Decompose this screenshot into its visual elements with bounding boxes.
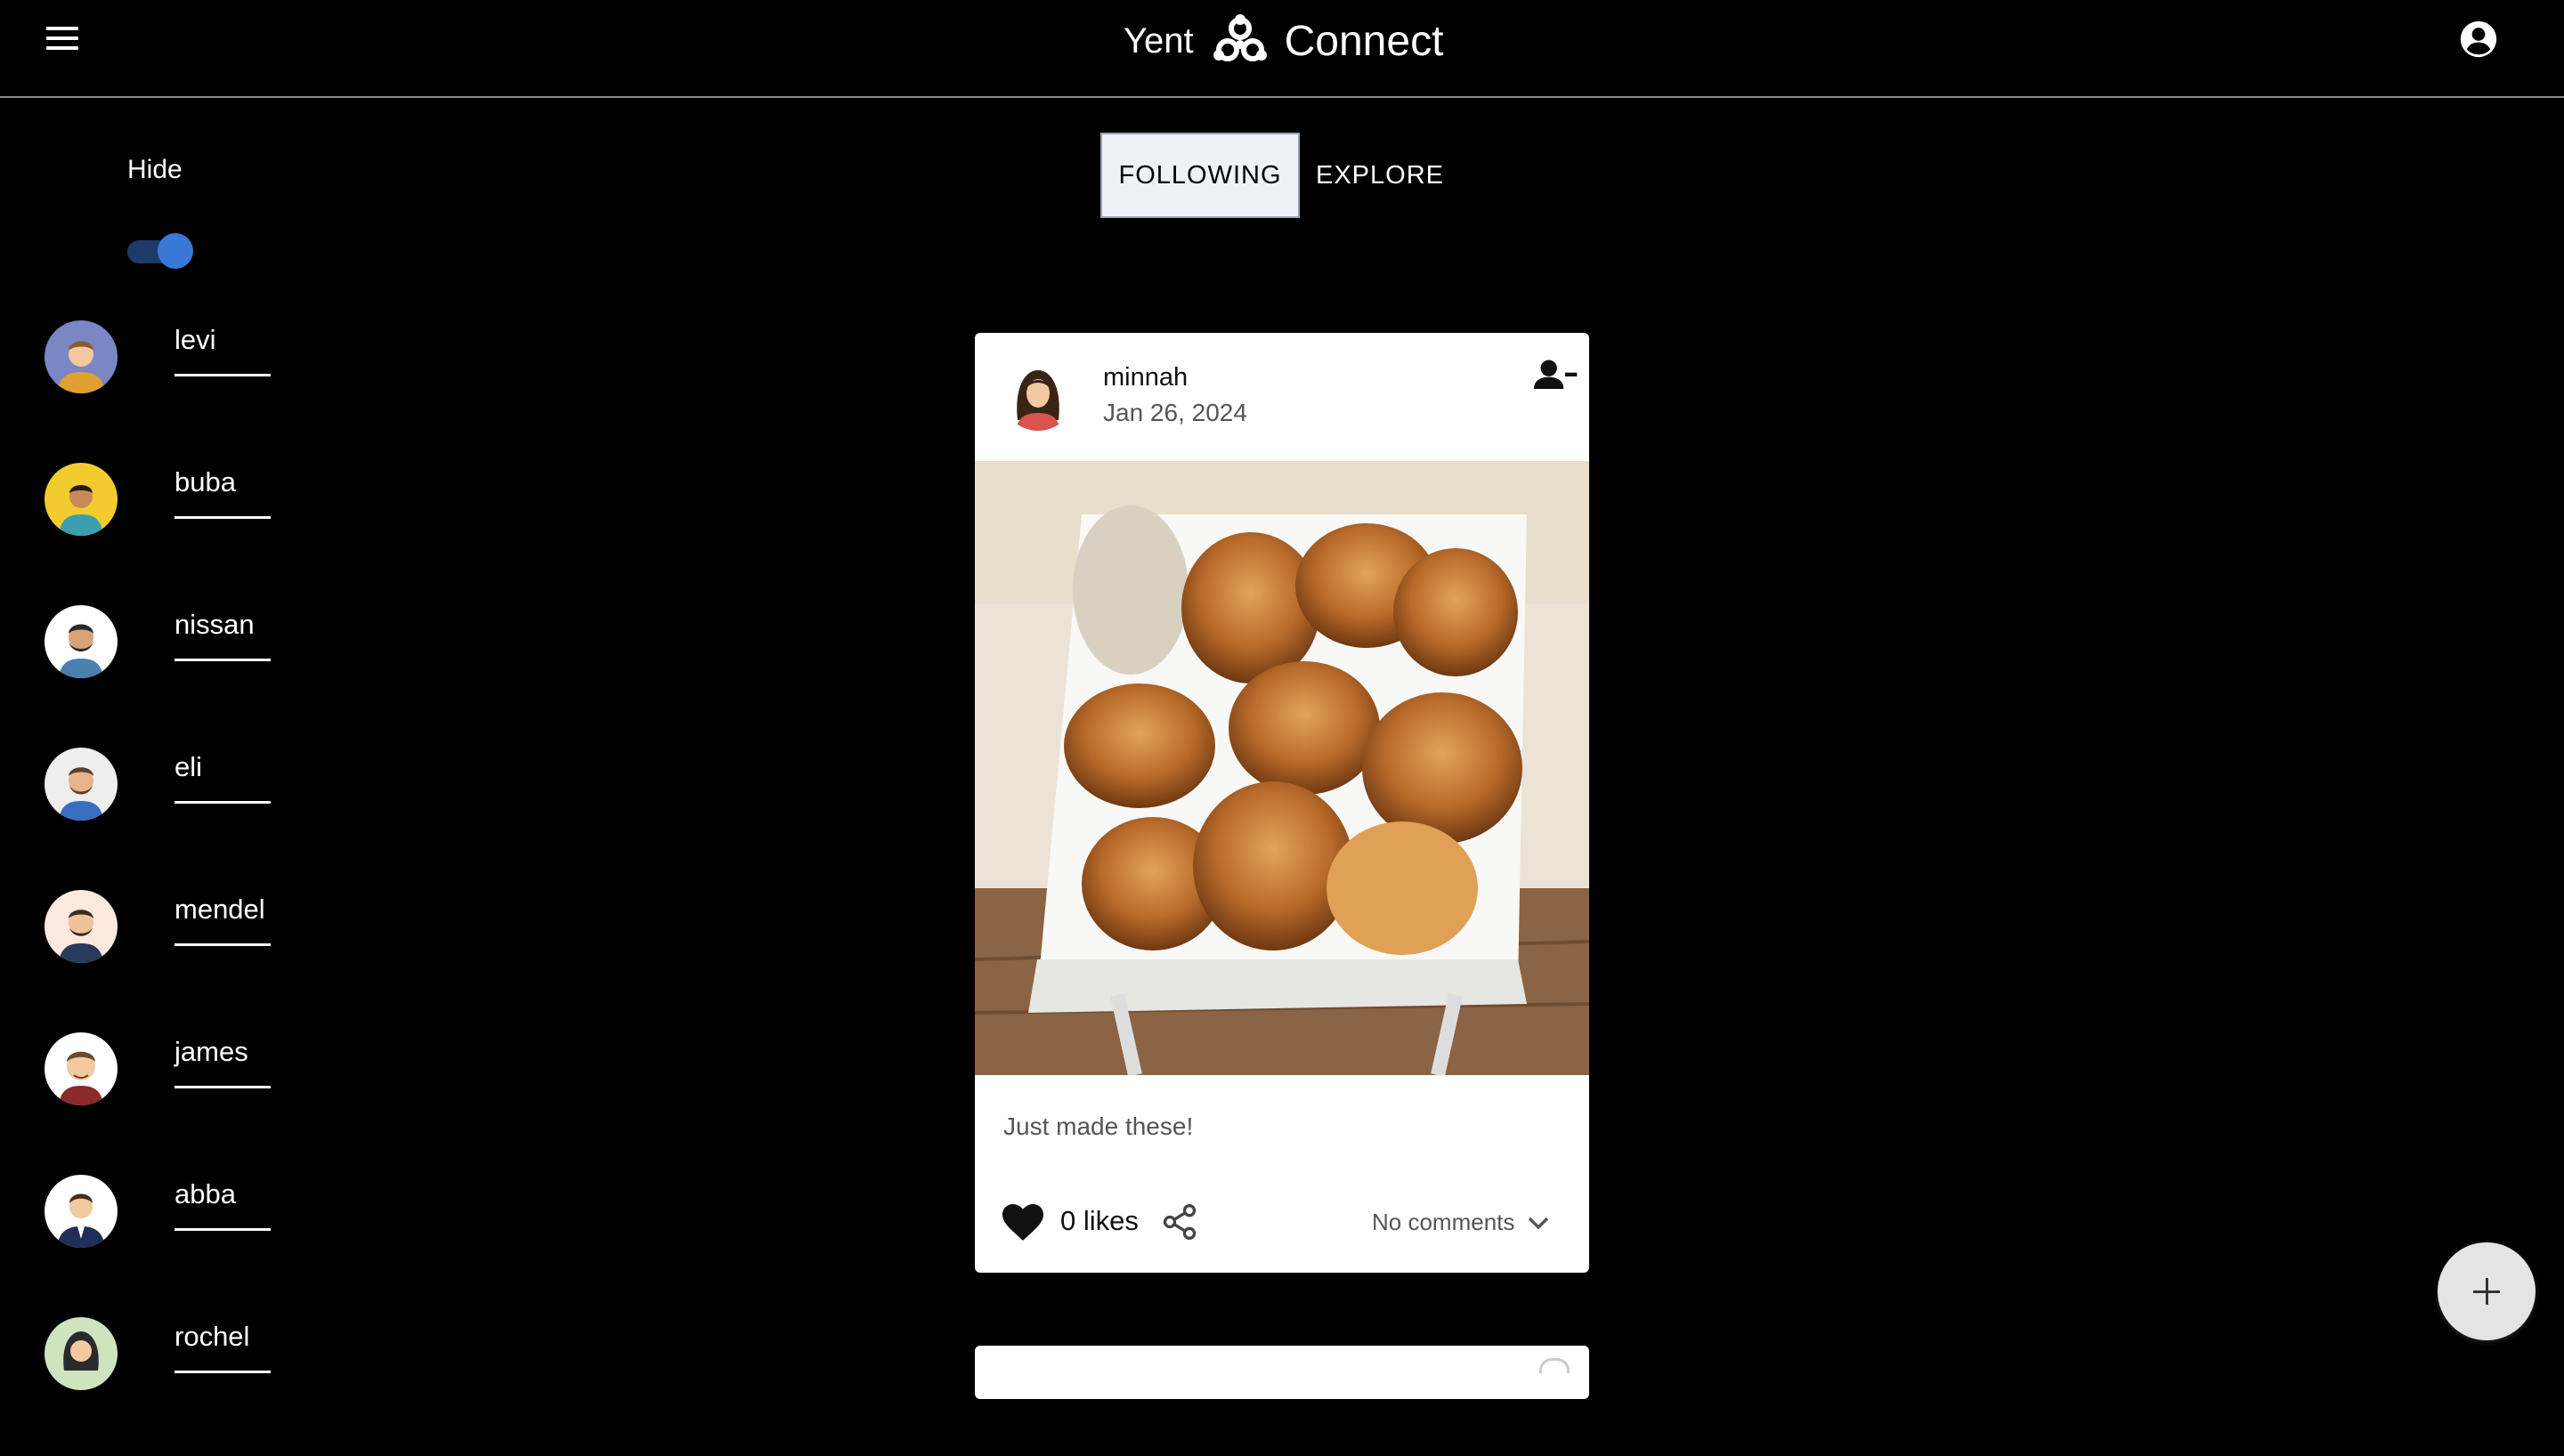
comments-toggle[interactable]: No comments	[1372, 1209, 1550, 1236]
add-post-button[interactable]	[2438, 1242, 2536, 1340]
avatar	[45, 463, 118, 536]
user-item-eli[interactable]: eli	[0, 744, 356, 886]
account-circle-icon[interactable]	[2459, 20, 2498, 59]
brand-word-left: Yent	[1124, 20, 1194, 61]
user-item-james[interactable]: james	[0, 1029, 356, 1171]
post-author-avatar[interactable]	[1002, 358, 1075, 431]
hamburger-menu-icon	[46, 27, 78, 30]
following-user-list: levi buba nissan eli mendel james abba r…	[0, 317, 356, 1456]
user-name: levi	[174, 324, 216, 355]
avatar	[45, 1032, 118, 1105]
tab-explore[interactable]: EXPLORE	[1302, 133, 1458, 218]
like-count: 0 likes	[1060, 1205, 1139, 1236]
comments-label: No comments	[1372, 1209, 1515, 1235]
avatar	[45, 605, 118, 678]
post-caption: Just made these!	[1003, 1112, 1194, 1140]
heart-icon[interactable]	[1002, 1203, 1044, 1242]
avatar	[45, 748, 118, 821]
user-underline	[174, 1086, 271, 1088]
post-author-name[interactable]: minnah	[1103, 363, 1188, 392]
user-underline	[174, 659, 271, 661]
toggle-thumb	[158, 233, 193, 269]
next-post-action-icon	[1539, 1358, 1570, 1373]
post-photo	[975, 461, 1589, 1075]
person-remove-icon[interactable]	[1534, 358, 1578, 393]
user-name: james	[174, 1036, 248, 1067]
user-item-buba[interactable]: buba	[0, 459, 356, 602]
chevron-down-icon	[1529, 1217, 1549, 1229]
brand-word-right: Connect	[1284, 17, 1444, 65]
brand-logo[interactable]: Yent Connect	[1124, 7, 1443, 75]
avatar	[45, 320, 118, 393]
next-post-card	[975, 1346, 1589, 1399]
user-name: rochel	[174, 1321, 250, 1352]
share-icon[interactable]	[1160, 1201, 1199, 1242]
user-underline	[174, 374, 271, 376]
user-item-mendel[interactable]: mendel	[0, 886, 356, 1029]
hide-toggle[interactable]	[127, 233, 195, 269]
user-name: nissan	[174, 609, 255, 640]
user-item-abba[interactable]: abba	[0, 1171, 356, 1314]
user-name: abba	[174, 1178, 236, 1209]
user-underline	[174, 801, 271, 804]
user-name: mendel	[174, 894, 265, 925]
user-item-levi[interactable]: levi	[0, 317, 356, 459]
user-underline	[174, 1371, 271, 1373]
user-item-nissan[interactable]: nissan	[0, 602, 356, 744]
avatar	[45, 890, 118, 963]
brand-logo-icon	[1213, 14, 1267, 61]
user-name: eli	[174, 751, 203, 782]
user-item-rochel[interactable]: rochel	[0, 1314, 356, 1456]
post-date: Jan 26, 2024	[1103, 399, 1247, 426]
user-underline	[174, 516, 271, 519]
menu-button[interactable]	[46, 27, 82, 59]
user-underline	[174, 943, 271, 946]
user-name: buba	[174, 466, 236, 497]
hide-label: Hide	[127, 155, 183, 184]
tab-following[interactable]: FOLLOWING	[1100, 133, 1300, 218]
app-header: Yent Connect	[0, 0, 2564, 98]
post-card: minnah Jan 26, 2024 Just made these! 0 l…	[975, 333, 1589, 1273]
avatar	[45, 1175, 118, 1248]
avatar	[45, 1317, 118, 1390]
user-underline	[174, 1228, 271, 1231]
